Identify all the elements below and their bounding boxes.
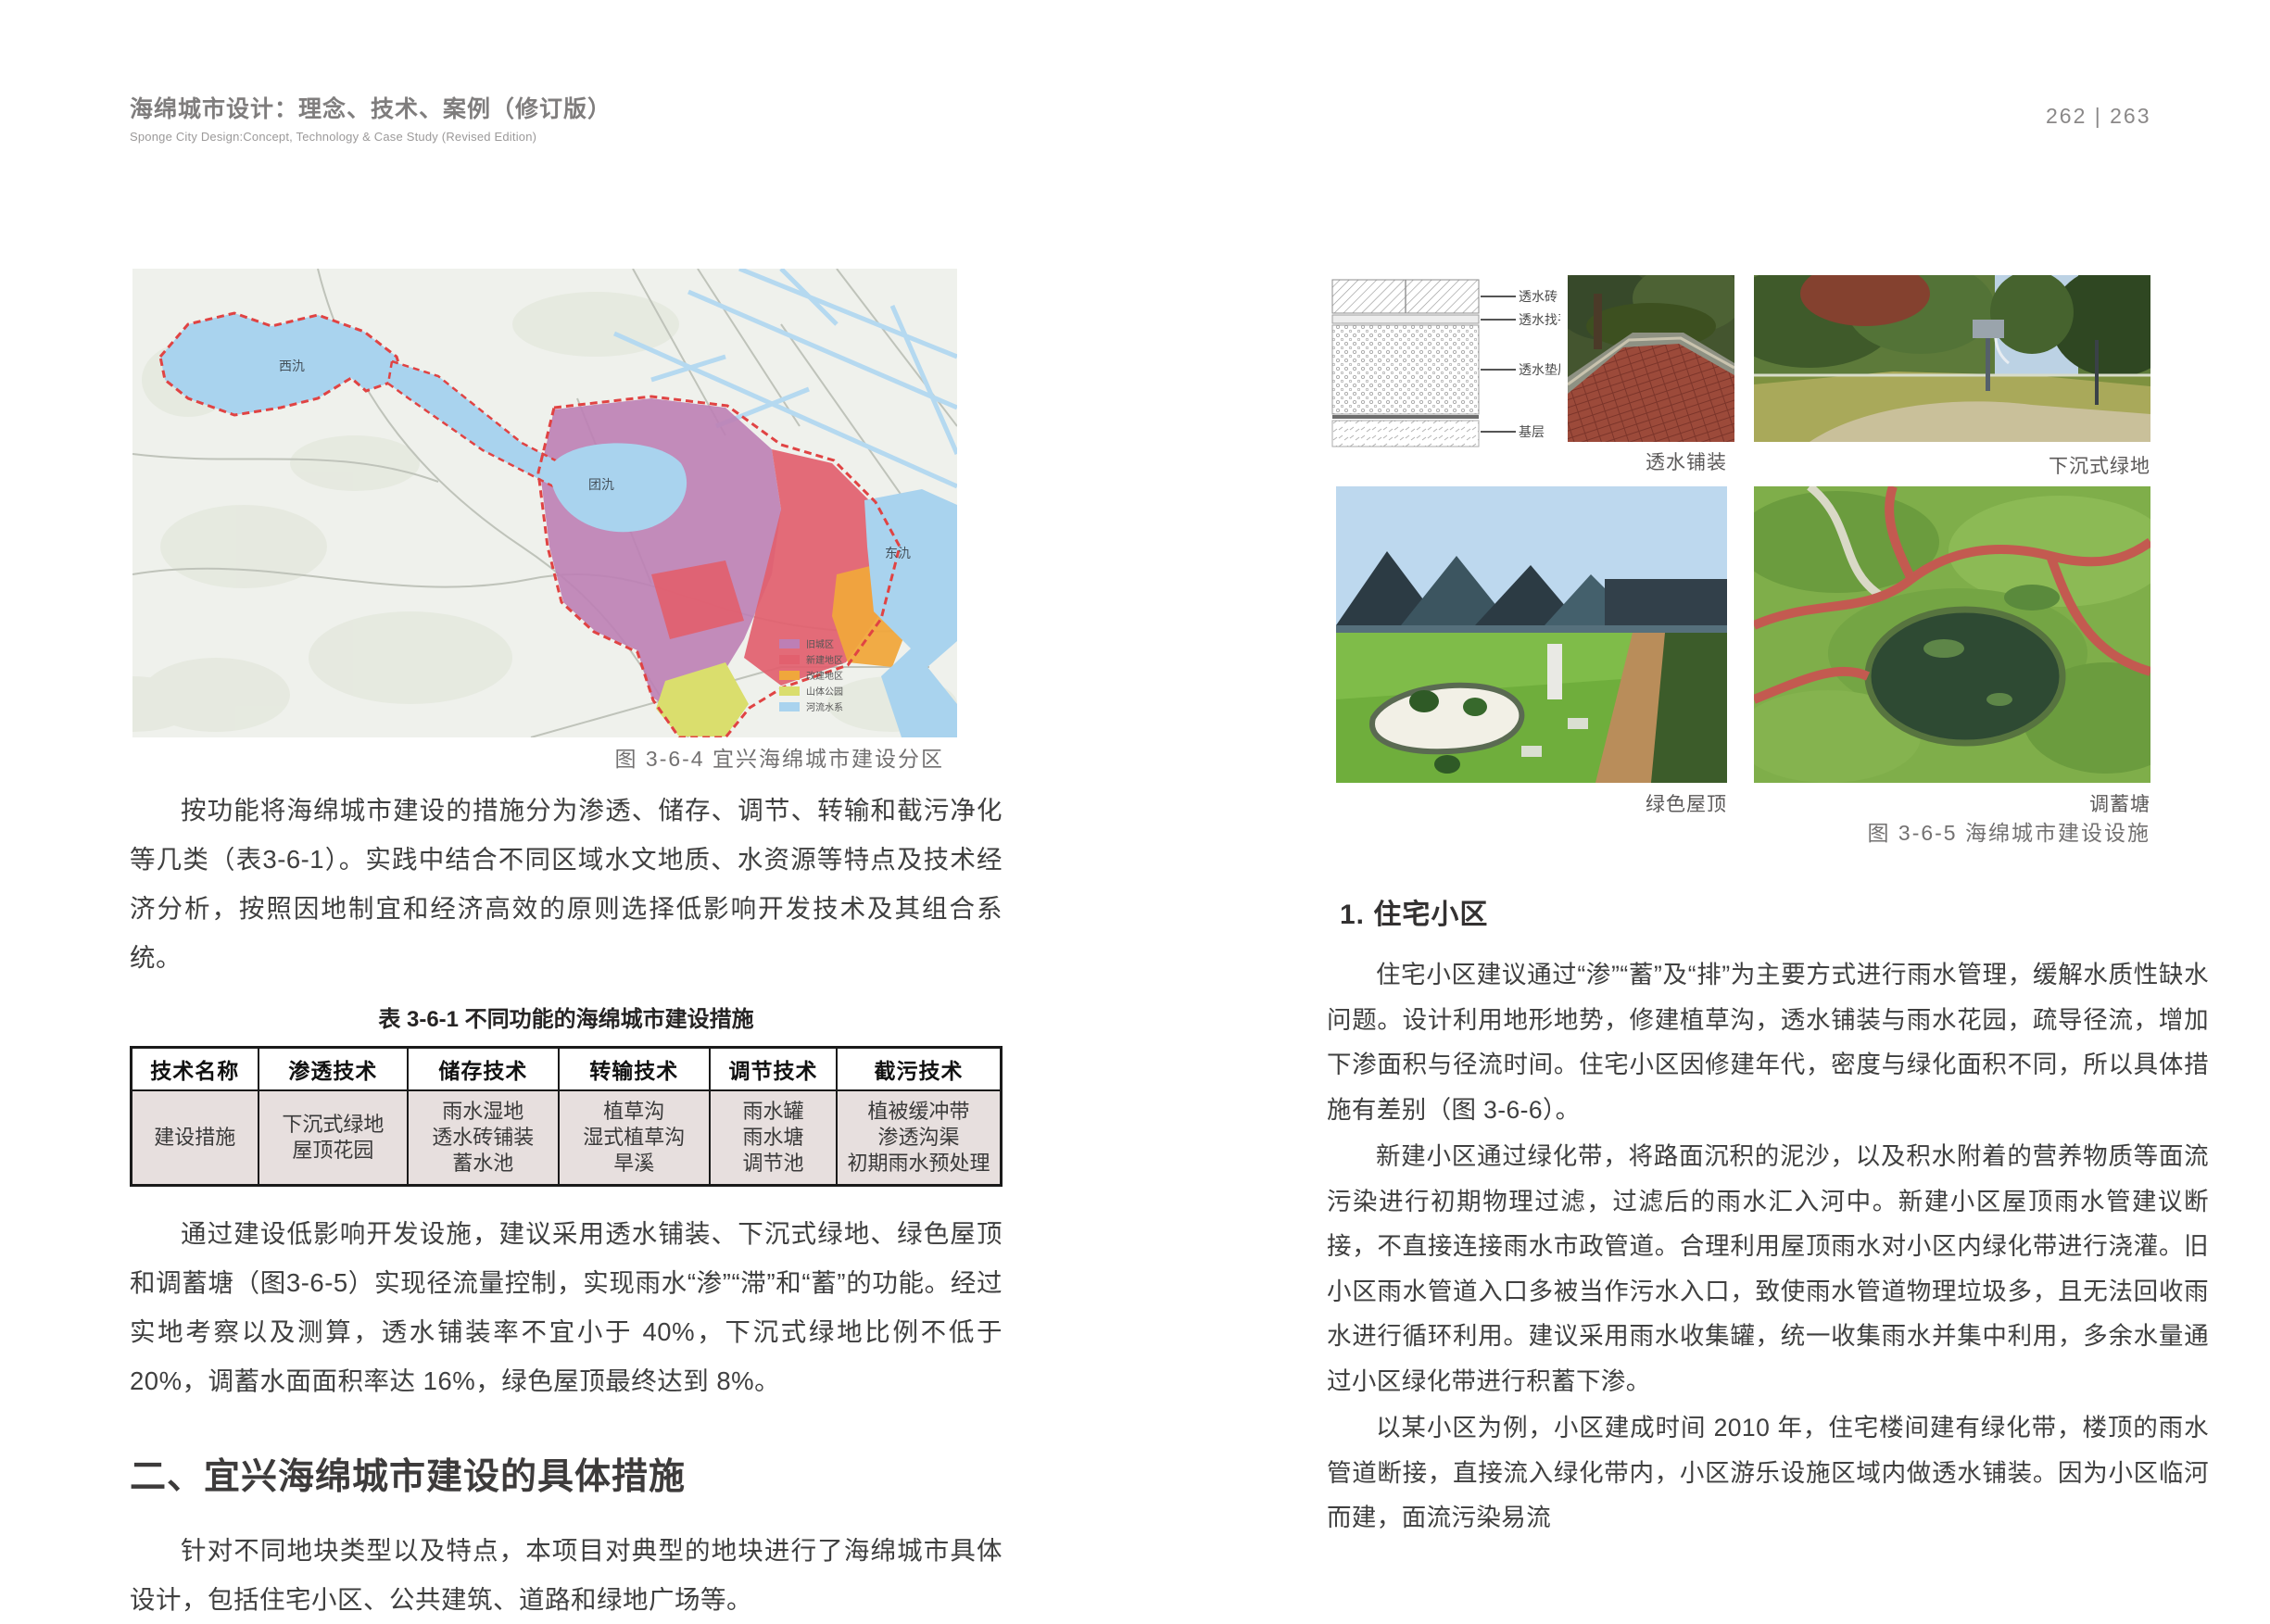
diagram-label-cushion: 透水垫层 (1519, 362, 1560, 377)
pervious-paving-diagram: 透水砖 透水找平层 透水垫层 基层 (1327, 274, 1560, 455)
table-cell: 雨水罐雨水塘调节池 (710, 1090, 837, 1186)
legend-label-4: 河流水系 (806, 701, 843, 713)
paragraph: 通过建设低影响开发设施，建议采用透水铺装、下沉式绿地、绿色屋顶和调蓄塘（图3-6… (130, 1209, 1003, 1405)
page-numbers: 262 | 263 (2046, 104, 2151, 129)
sub-heading-residential: 1. 住宅小区 (1340, 891, 2209, 932)
lake-label-tuanjiu: 团氿 (588, 477, 614, 492)
photo-retention-pond (1754, 486, 2150, 787)
paragraph: 新建小区通过绿化带，将路面沉积的泥沙，以及积水附着的营养物质等面流污染进行初期物… (1327, 1134, 2209, 1404)
col-header: 调节技术 (710, 1048, 837, 1091)
lake-label-dongjiu: 东氿 (885, 546, 911, 560)
table-cell: 建设措施 (132, 1090, 259, 1186)
table-cell: 下沉式绿地屋顶花园 (259, 1090, 409, 1186)
legend-label-1: 新建地区 (806, 654, 843, 666)
caption-green-roof: 绿色屋顶 (1646, 789, 1727, 817)
photo-green-roof (1336, 486, 1727, 787)
lake-label-xijiu: 西氿 (279, 359, 305, 373)
legend-label-3: 山体公园 (806, 686, 843, 698)
photo-sunken-green-space (1754, 275, 2150, 447)
col-header: 截污技术 (837, 1048, 1002, 1091)
paragraph: 按功能将海绵城市建设的措施分为渗透、储存、调节、转输和截污净化等几类（表3-6-… (130, 786, 1003, 982)
left-page-text-column: 按功能将海绵城市建设的措施分为渗透、储存、调节、转输和截污净化等几类（表3-6-… (130, 786, 1003, 1624)
table-header-row: 技术名称 渗透技术 储存技术 转输技术 调节技术 截污技术 (132, 1048, 1002, 1091)
diagram-label-subbase: 基层 (1519, 424, 1545, 439)
figure-caption-3-6-5: 图 3-6-5 海绵城市建设设施 (1868, 815, 2150, 847)
col-header: 转输技术 (559, 1048, 710, 1091)
paragraph: 针对不同地块类型以及特点，本项目对典型的地块进行了海绵城市具体设计，包括住宅小区… (130, 1526, 1003, 1624)
caption-pond: 调蓄塘 (2089, 789, 2150, 817)
caption-pervious-paving: 透水铺装 (1646, 447, 1727, 475)
col-header: 技术名称 (132, 1048, 259, 1091)
legend-label-2: 改建地区 (806, 670, 843, 682)
yixing-zoning-map: 西氿 团氿 东氿 旧城区 新建地区 改建地区 山体公园 河流水系 (132, 269, 957, 737)
table-title: 表 3-6-1 不同功能的海绵城市建设措施 (130, 1001, 1003, 1033)
right-page-text-column: 1. 住宅小区 住宅小区建议通过“渗”“蓄”及“排”为主要方式进行雨水管理，缓解… (1327, 891, 2209, 1541)
caption-sunken-green: 下沉式绿地 (2049, 451, 2150, 479)
book-spread: { "header": { "title_cn": "海绵城市设计：理念、技术、… (0, 0, 2270, 1603)
lid-measures-table: 技术名称 渗透技术 储存技术 转输技术 调节技术 截污技术 建设措施 下沉式绿地… (130, 1046, 1003, 1187)
book-header: 海绵城市设计：理念、技术、案例（修订版） Sponge City Design:… (130, 91, 612, 144)
book-title-en: Sponge City Design:Concept, Technology &… (130, 130, 612, 144)
map-figure-3-6-4: 西氿 团氿 东氿 旧城区 新建地区 改建地区 山体公园 河流水系 (132, 269, 957, 737)
figure-caption-3-6-4: 图 3-6-4 宜兴海绵城市建设分区 (132, 741, 957, 773)
table-body-row: 建设措施 下沉式绿地屋顶花园 雨水湿地透水砖铺装蓄水池 植草沟湿式植草沟旱溪 雨… (132, 1090, 1002, 1186)
paragraph: 住宅小区建议通过“渗”“蓄”及“排”为主要方式进行雨水管理，缓解水质性缺水问题。… (1327, 952, 2209, 1132)
photo-pervious-paving (1568, 275, 1734, 447)
col-header: 渗透技术 (259, 1048, 409, 1091)
diagram-label-leveling: 透水找平层 (1519, 312, 1560, 327)
paragraph: 以某小区为例，小区建成时间 2010 年，住宅楼间建有绿化带，楼顶的雨水管道断接… (1327, 1405, 2209, 1541)
section-heading: 二、宜兴海绵城市建设的具体措施 (130, 1448, 1003, 1500)
legend-label-0: 旧城区 (806, 639, 834, 650)
table-cell: 雨水湿地透水砖铺装蓄水池 (408, 1090, 558, 1186)
book-title-cn: 海绵城市设计：理念、技术、案例（修订版） (130, 91, 612, 124)
col-header: 储存技术 (408, 1048, 558, 1091)
diagram-label-brick: 透水砖 (1519, 289, 1557, 304)
table-cell: 植被缓冲带渗透沟渠初期雨水预处理 (837, 1090, 1002, 1186)
table-cell: 植草沟湿式植草沟旱溪 (559, 1090, 710, 1186)
